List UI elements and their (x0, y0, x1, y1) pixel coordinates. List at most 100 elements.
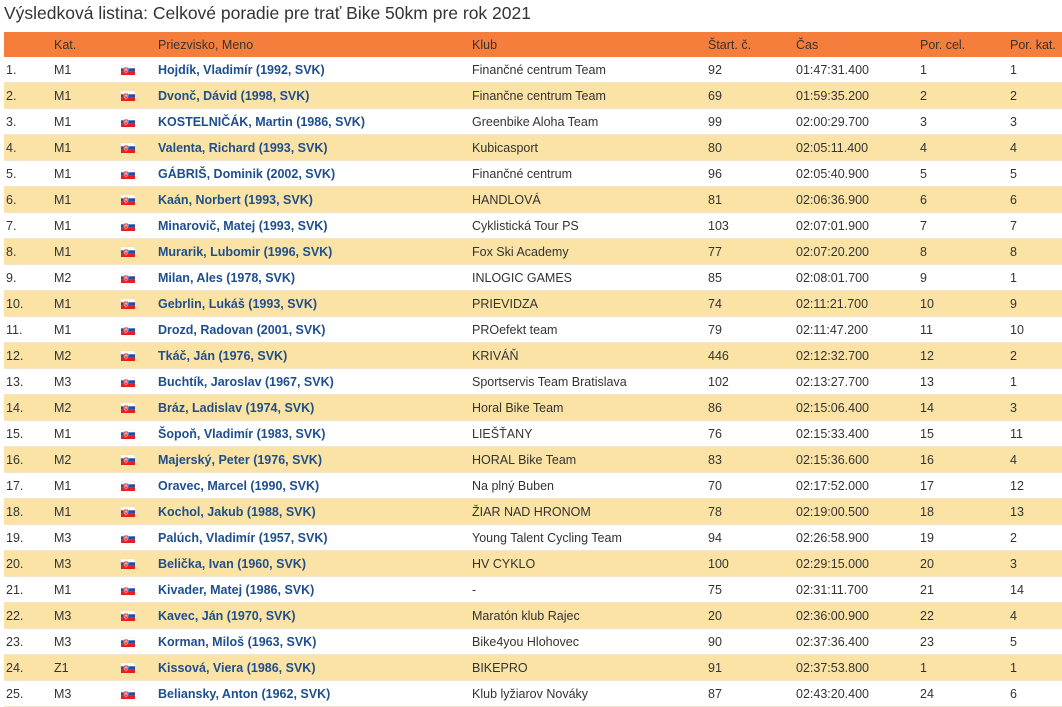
name-link[interactable]: Šopoň, Vladimír (1983, SVK) (156, 420, 470, 447)
start-number-cell: 92 (706, 57, 794, 83)
col-header-time[interactable]: Čas (794, 32, 918, 57)
time-cell: 02:12:32.700 (794, 342, 918, 369)
name-link[interactable]: Kissová, Viera (1986, SVK) (156, 654, 470, 681)
start-number-cell: 446 (706, 342, 794, 369)
slovakia-flag-icon (120, 609, 135, 623)
name-link[interactable]: Kochol, Jakub (1988, SVK) (156, 498, 470, 525)
name-link[interactable]: KOSTELNIČÁK, Martin (1986, SVK) (156, 108, 470, 135)
name-link[interactable]: Milan, Ales (1978, SVK) (156, 264, 470, 291)
category-rank-cell: 2 (1008, 82, 1062, 109)
name-link[interactable]: Belička, Ivan (1960, SVK) (156, 550, 470, 577)
col-header-rank[interactable] (4, 32, 52, 57)
name-link[interactable]: Drozd, Radovan (2001, SVK) (156, 316, 470, 343)
rank-cell: 11. (4, 316, 52, 343)
name-link[interactable]: Dvonč, Dávid (1998, SVK) (156, 82, 470, 109)
table-row: 18. M1 Kochol, Jakub (1988, SVK) ŽIAR NAD H… (4, 498, 1062, 525)
slovakia-flag-icon (120, 687, 135, 701)
category-cell: M1 (52, 160, 118, 187)
slovakia-flag-icon (120, 427, 135, 441)
name-link[interactable]: Tkáč, Ján (1976, SVK) (156, 342, 470, 369)
time-cell: 02:31:11.700 (794, 576, 918, 603)
club-cell: Klub lyžiarov Nováky (470, 680, 706, 707)
time-cell: 02:00:29.700 (794, 108, 918, 135)
flag-cell (118, 628, 156, 655)
overall-rank-cell: 18 (918, 498, 1008, 525)
rank-cell: 10. (4, 290, 52, 317)
start-number-cell: 78 (706, 498, 794, 525)
table-row: 14. M2 Bráz, Ladislav (1974, SVK) Horal Bik… (4, 394, 1062, 421)
time-cell: 02:36:00.900 (794, 602, 918, 629)
time-cell: 02:05:11.400 (794, 134, 918, 161)
col-header-start-number[interactable]: Štart. č. (706, 32, 794, 57)
time-cell: 02:19:00.500 (794, 498, 918, 525)
name-link[interactable]: Buchtík, Jaroslav (1967, SVK) (156, 368, 470, 395)
flag-cell (118, 394, 156, 421)
time-cell: 02:15:06.400 (794, 394, 918, 421)
start-number-cell: 87 (706, 680, 794, 707)
name-link[interactable]: Murarik, Lubomir (1996, SVK) (156, 238, 470, 265)
col-header-name[interactable]: Priezvisko, Meno (156, 32, 470, 57)
flag-cell (118, 576, 156, 603)
rank-cell: 2. (4, 82, 52, 109)
name-link[interactable]: Kaán, Norbert (1993, SVK) (156, 186, 470, 213)
rank-cell: 9. (4, 264, 52, 291)
name-link[interactable]: Gebrlin, Lukáš (1993, SVK) (156, 290, 470, 317)
table-row: 5. M1 GÁBRIŠ, Dominik (2002, SVK) Finančné … (4, 160, 1062, 187)
name-link[interactable]: Korman, Miloš (1963, SVK) (156, 628, 470, 655)
name-link[interactable]: Minarovič, Matej (1993, SVK) (156, 212, 470, 239)
slovakia-flag-icon (120, 349, 135, 363)
category-cell: Z1 (52, 654, 118, 681)
name-link[interactable]: Beliansky, Anton (1962, SVK) (156, 680, 470, 707)
club-cell: Young Talent Cycling Team (470, 524, 706, 551)
time-cell: 02:43:20.400 (794, 680, 918, 707)
slovakia-flag-icon (120, 453, 135, 467)
time-cell: 02:13:27.700 (794, 368, 918, 395)
start-number-cell: 79 (706, 316, 794, 343)
rank-cell: 1. (4, 57, 52, 83)
club-cell: Bike4you Hlohovec (470, 628, 706, 655)
table-row: 1. M1 Hojdík, Vladimír (1992, SVK) Finančné… (4, 57, 1062, 83)
name-link[interactable]: Kavec, Ján (1970, SVK) (156, 602, 470, 629)
slovakia-flag-icon (120, 401, 135, 415)
name-link[interactable]: Majerský, Peter (1976, SVK) (156, 446, 470, 473)
results-body: 1. M1 Hojdík, Vladimír (1992, SVK) Finančné… (4, 57, 1062, 707)
time-cell: 02:29:15.000 (794, 550, 918, 577)
category-rank-cell: 1 (1008, 57, 1062, 83)
table-row: 2. M1 Dvonč, Dávid (1998, SVK) Finančne cen… (4, 82, 1062, 109)
category-cell: M1 (52, 576, 118, 603)
rank-cell: 24. (4, 654, 52, 681)
flag-cell (118, 82, 156, 109)
col-header-overall-rank[interactable]: Por. cel. (918, 32, 1008, 57)
start-number-cell: 103 (706, 212, 794, 239)
table-row: 22. M3 Kavec, Ján (1970, SVK) Maratón klub … (4, 602, 1062, 629)
col-header-category[interactable]: Kat. (52, 32, 118, 57)
category-rank-cell: 3 (1008, 550, 1062, 577)
flag-cell (118, 212, 156, 239)
name-link[interactable]: Bráz, Ladislav (1974, SVK) (156, 394, 470, 421)
rank-cell: 19. (4, 524, 52, 551)
club-cell: Horal Bike Team (470, 394, 706, 421)
flag-cell (118, 472, 156, 499)
start-number-cell: 75 (706, 576, 794, 603)
name-link[interactable]: Kivader, Matej (1986, SVK) (156, 576, 470, 603)
category-cell: M2 (52, 446, 118, 473)
start-number-cell: 70 (706, 472, 794, 499)
name-link[interactable]: Palúch, Vladimír (1957, SVK) (156, 524, 470, 551)
start-number-cell: 96 (706, 160, 794, 187)
time-cell: 02:11:47.200 (794, 316, 918, 343)
category-cell: M1 (52, 57, 118, 83)
name-link[interactable]: GÁBRIŠ, Dominik (2002, SVK) (156, 160, 470, 187)
slovakia-flag-icon (120, 141, 135, 155)
name-link[interactable]: Valenta, Richard (1993, SVK) (156, 134, 470, 161)
name-link[interactable]: Oravec, Marcel (1990, SVK) (156, 472, 470, 499)
rank-cell: 6. (4, 186, 52, 213)
start-number-cell: 77 (706, 238, 794, 265)
col-header-category-rank[interactable]: Por. kat. (1008, 32, 1062, 57)
table-header-row: Kat. Priezvisko, Meno Klub Štart. č. Čas… (4, 32, 1062, 57)
flag-cell (118, 342, 156, 369)
page-title: Výsledková listina: Celkové poradie pre … (4, 3, 531, 23)
category-rank-cell: 6 (1008, 186, 1062, 213)
col-header-club[interactable]: Klub (470, 32, 706, 57)
start-number-cell: 100 (706, 550, 794, 577)
name-link[interactable]: Hojdík, Vladimír (1992, SVK) (156, 57, 470, 83)
